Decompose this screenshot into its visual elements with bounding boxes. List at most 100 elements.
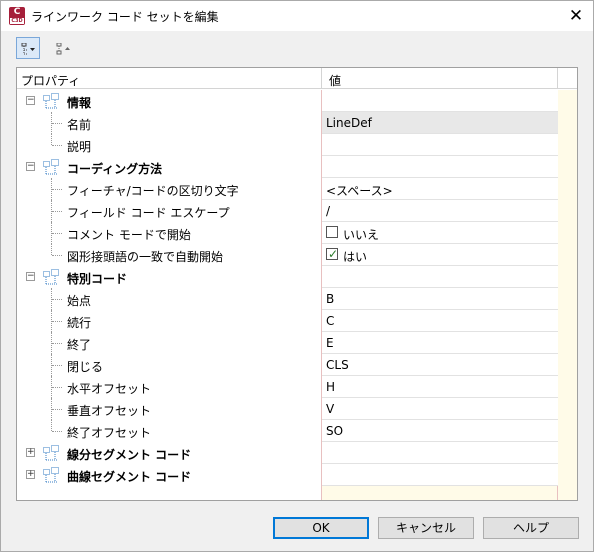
property-value: LineDef	[326, 116, 372, 130]
collapse-icon[interactable]: −	[26, 162, 35, 171]
property-row[interactable]: 垂直オフセット V	[17, 398, 577, 420]
property-value: V	[326, 402, 335, 416]
property-row[interactable]: 閉じる CLS	[17, 354, 577, 376]
property-label: 垂直オフセット	[67, 404, 152, 418]
expand-icon[interactable]: +	[26, 470, 35, 479]
property-row[interactable]: 始点 B	[17, 288, 577, 310]
category-label: 曲線セグメント コード	[67, 470, 192, 484]
alphabetical-sort-icon	[56, 43, 70, 55]
property-value: <スペース>	[326, 184, 393, 198]
checkbox[interactable]: ✓	[326, 247, 339, 261]
tree-branch	[52, 233, 62, 234]
header-divider[interactable]	[321, 68, 322, 89]
category-icon	[43, 269, 59, 285]
checkbox-label: はい	[343, 250, 368, 264]
category-label: コーディング方法	[67, 162, 163, 176]
tree-branch	[52, 365, 62, 366]
collapse-icon[interactable]: −	[26, 272, 35, 281]
property-row[interactable]: 名前 LineDef	[17, 112, 577, 134]
tree-branch	[52, 409, 62, 410]
property-row[interactable]: 説明	[17, 134, 577, 156]
categorized-view-button[interactable]	[16, 37, 40, 59]
category-icon	[43, 467, 59, 483]
property-value: SO	[326, 424, 344, 438]
alphabetical-sort-button[interactable]	[51, 37, 75, 59]
category-icon	[43, 159, 59, 175]
property-label: 図形接頭語の一致で自動開始	[67, 250, 224, 264]
checkbox[interactable]	[326, 226, 338, 238]
property-grid: プロパティ 値 − 情報 名前 LineDef 説明 − コーディング方法フィーチャ/コード…	[16, 67, 578, 501]
cancel-button[interactable]: キャンセル	[378, 517, 474, 539]
property-label: 終了オフセット	[67, 426, 152, 440]
property-row[interactable]: フィーチャ/コードの区切り文字 <スペース>	[17, 178, 577, 200]
property-value-cell[interactable]: B	[322, 288, 558, 310]
property-value-cell[interactable]: E	[322, 332, 558, 354]
help-button[interactable]: ヘルプ	[483, 517, 579, 539]
app-icon-sub: C3D	[10, 18, 24, 24]
property-value-cell[interactable]: SO	[322, 420, 558, 442]
category-icon	[43, 445, 59, 461]
expand-icon[interactable]: +	[26, 448, 35, 457]
category-value-cell	[322, 442, 558, 464]
property-value-cell[interactable]: /	[322, 200, 558, 222]
tree-branch	[52, 343, 62, 344]
property-value-cell[interactable]: <スペース>	[322, 178, 558, 200]
tree-line	[51, 420, 52, 431]
property-label: 終了	[67, 338, 92, 352]
tree-branch	[52, 255, 62, 256]
property-label: 水平オフセット	[67, 382, 152, 396]
property-value-cell[interactable]: ✓ はい	[322, 244, 558, 266]
tree-branch	[52, 387, 62, 388]
category-value-cell	[322, 266, 558, 288]
property-value: H	[326, 380, 336, 394]
property-row[interactable]: 水平オフセット H	[17, 376, 577, 398]
category-row[interactable]: − 特別コード	[17, 266, 577, 288]
property-value-cell[interactable]: H	[322, 376, 558, 398]
checkmark-icon: ✓	[328, 247, 339, 261]
tree-branch	[52, 189, 62, 190]
category-value-cell	[322, 156, 558, 178]
property-value-cell[interactable]: いいえ	[322, 222, 558, 244]
property-value: E	[326, 336, 334, 350]
property-value-cell[interactable]: C	[322, 310, 558, 332]
tree-branch	[52, 145, 62, 146]
property-row[interactable]: 終了オフセット SO	[17, 420, 577, 442]
tree-branch	[52, 321, 62, 322]
property-value: B	[326, 292, 335, 306]
property-value-cell[interactable]: LineDef	[322, 112, 558, 134]
checkbox-label: いいえ	[343, 228, 380, 242]
property-row[interactable]: 続行 C	[17, 310, 577, 332]
tree-branch	[52, 211, 62, 212]
property-row[interactable]: 図形接頭語の一致で自動開始 ✓ はい	[17, 244, 577, 266]
property-value-cell[interactable]	[322, 134, 558, 156]
grid-body: − 情報 名前 LineDef 説明 − コーディング方法フィーチャ/コードの区切り文字 <ス…	[17, 90, 577, 500]
header-value: 値	[329, 74, 342, 88]
property-value: /	[326, 204, 331, 218]
property-value-cell[interactable]: CLS	[322, 354, 558, 376]
property-row[interactable]: コメント モードで開始 いいえ	[17, 222, 577, 244]
collapse-icon[interactable]: −	[26, 96, 35, 105]
ok-button[interactable]: OK	[273, 517, 369, 539]
categorized-view-icon	[21, 43, 35, 55]
property-value: C	[326, 314, 335, 328]
property-row[interactable]: フィールド コード エスケープ /	[17, 200, 577, 222]
property-value: CLS	[326, 358, 349, 372]
civil3d-app-icon: C C3D	[9, 7, 25, 25]
grid-header: プロパティ 値	[17, 68, 577, 89]
category-value-cell	[322, 90, 558, 112]
property-label: コメント モードで開始	[67, 228, 191, 242]
category-row[interactable]: − コーディング方法	[17, 156, 577, 178]
property-label: 閉じる	[67, 360, 104, 374]
category-row[interactable]: + 曲線セグメント コード	[17, 464, 577, 486]
close-icon[interactable]: ✕	[565, 5, 587, 27]
property-label: フィーチャ/コードの区切り文字	[67, 184, 239, 198]
property-value-cell[interactable]: V	[322, 398, 558, 420]
tree-line	[51, 134, 52, 145]
property-row[interactable]: 終了 E	[17, 332, 577, 354]
header-divider-right	[557, 68, 558, 89]
property-label: 説明	[67, 140, 92, 154]
category-row[interactable]: + 線分セグメント コード	[17, 442, 577, 464]
edit-linework-code-set-dialog: C C3D ラインワーク コード セットを編集 ✕ プロパティ 値 − 情報 名…	[0, 0, 594, 552]
category-row[interactable]: − 情報	[17, 90, 577, 112]
tree-line	[51, 244, 52, 255]
